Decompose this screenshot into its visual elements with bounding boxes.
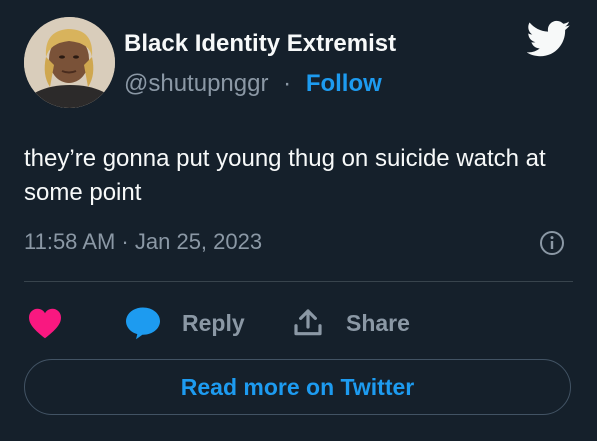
share-icon bbox=[294, 309, 322, 336]
tweet-text: they’re gonna put young thug on suicide … bbox=[24, 145, 546, 206]
author-handle-row: @shutupnggr · Follow bbox=[124, 70, 382, 98]
share-button[interactable]: Share bbox=[292, 303, 410, 343]
author-display-name[interactable]: Black Identity Extremist bbox=[124, 30, 396, 58]
avatar[interactable] bbox=[24, 17, 115, 108]
info-icon[interactable] bbox=[539, 230, 565, 256]
reply-bubble-icon bbox=[126, 307, 160, 340]
share-label: Share bbox=[346, 309, 410, 336]
author-handle[interactable]: @shutupnggr bbox=[124, 70, 268, 97]
divider bbox=[24, 281, 573, 282]
read-more-button[interactable]: Read more on Twitter bbox=[24, 359, 571, 415]
follow-button[interactable]: Follow bbox=[306, 70, 382, 97]
reply-button[interactable]: Reply bbox=[124, 303, 245, 343]
like-button[interactable] bbox=[27, 303, 63, 343]
reply-label: Reply bbox=[182, 309, 245, 336]
tweet-timestamp[interactable]: 11:58 AM · Jan 25, 2023 bbox=[24, 229, 262, 255]
heart-icon bbox=[29, 308, 61, 339]
handle-separator: · bbox=[283, 70, 292, 97]
twitter-bird-icon[interactable] bbox=[527, 20, 571, 58]
avatar-image bbox=[24, 17, 115, 108]
